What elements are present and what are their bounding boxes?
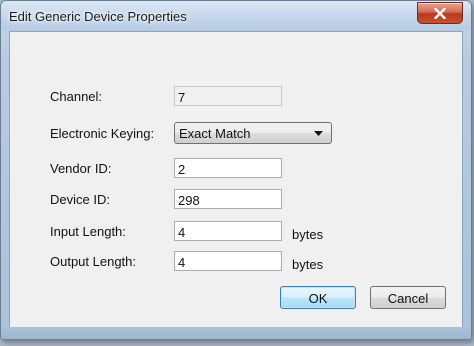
- output-length-unit: bytes: [292, 257, 324, 272]
- title-bar[interactable]: Edit Generic Device Properties: [1, 1, 471, 31]
- window-title: Edit Generic Device Properties: [9, 9, 187, 24]
- electronic-keying-label: Electronic Keying:: [50, 126, 155, 141]
- vendor-id-input[interactable]: 2: [174, 158, 282, 178]
- ok-button[interactable]: OK: [280, 286, 356, 309]
- device-id-input[interactable]: 298: [174, 189, 282, 209]
- channel-label: Channel:: [50, 89, 103, 104]
- input-length-unit: bytes: [292, 227, 324, 242]
- dialog-window: Edit Generic Device Properties Channel: …: [0, 0, 472, 340]
- window-bottom-frame: [1, 327, 471, 339]
- input-length-input[interactable]: 4: [174, 221, 282, 241]
- device-id-label: Device ID:: [50, 192, 110, 207]
- channel-field: 7: [174, 86, 282, 106]
- vendor-id-label: Vendor ID:: [50, 161, 112, 176]
- output-length-label: Output Length:: [50, 254, 137, 269]
- dialog-body: Channel: 7 Electronic Keying: Exact Matc…: [9, 31, 463, 329]
- electronic-keying-value: Exact Match: [179, 126, 251, 141]
- input-length-label: Input Length:: [50, 224, 126, 239]
- cancel-button[interactable]: Cancel: [370, 286, 446, 309]
- close-button[interactable]: [417, 2, 463, 24]
- electronic-keying-select[interactable]: Exact Match: [174, 122, 332, 144]
- output-length-input[interactable]: 4: [174, 251, 282, 271]
- close-icon: [434, 7, 446, 19]
- chevron-down-icon: [314, 131, 323, 136]
